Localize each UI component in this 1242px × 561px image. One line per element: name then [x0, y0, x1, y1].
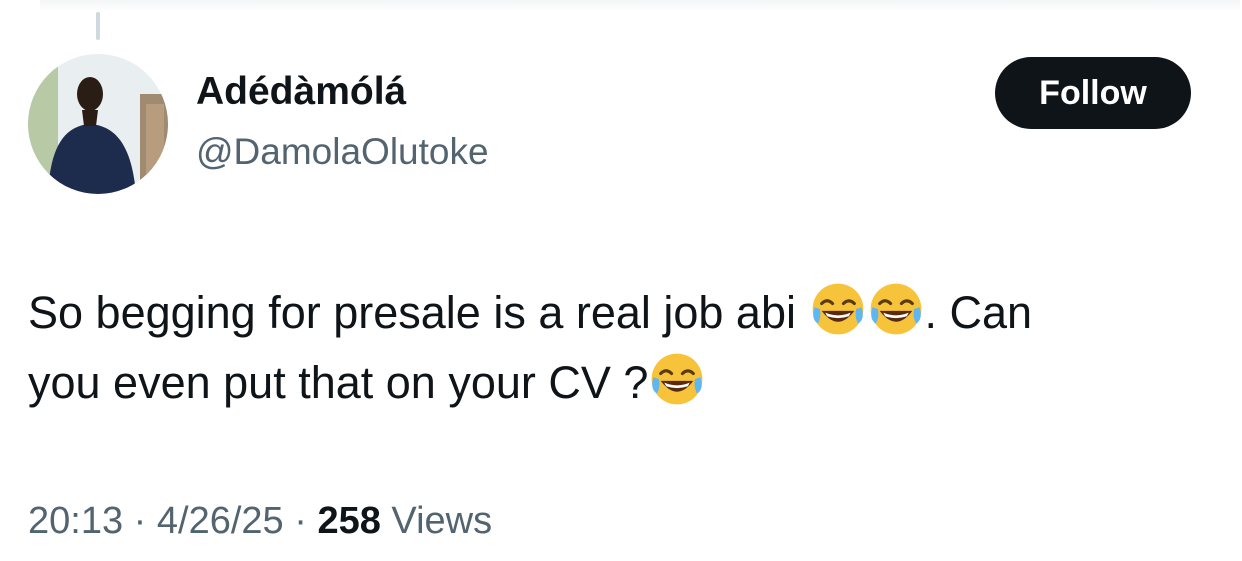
face-with-tears-of-joy-icon — [870, 283, 921, 335]
face-with-tears-of-joy-icon — [652, 353, 703, 405]
avatar[interactable] — [28, 54, 168, 194]
tweet-text-segment: you even put that on your CV ? — [28, 357, 649, 408]
tweet-text-segment: So begging for presale is a real job abi — [28, 287, 809, 338]
views-label[interactable]: Views — [391, 500, 492, 542]
author-display-name[interactable]: Adédàmólá — [196, 68, 406, 116]
meta-separator: · — [133, 500, 147, 542]
author-handle[interactable]: @DamolaOlutoke — [196, 128, 489, 176]
tweet-text-line-1: So begging for presale is a real job abi… — [28, 278, 1228, 348]
views-count[interactable]: 258 — [317, 500, 380, 542]
face-with-tears-of-joy-icon — [812, 283, 863, 335]
tweet-text: So begging for presale is a real job abi… — [28, 278, 1228, 418]
tweet-card: Adédàmólá @DamolaOlutoke Follow So beggi… — [0, 0, 1242, 561]
tweet-date[interactable]: 4/26/25 — [157, 500, 284, 542]
tweet-meta: 20:13 · 4/26/25 · 258 Views — [28, 495, 492, 547]
thread-connector-line — [96, 12, 100, 40]
previous-tweet-edge — [40, 0, 1240, 12]
meta-separator: · — [294, 500, 307, 542]
tweet-time[interactable]: 20:13 — [28, 500, 123, 542]
follow-button[interactable]: Follow — [995, 57, 1191, 129]
profile-photo-icon — [28, 54, 168, 194]
tweet-text-segment: . Can — [924, 287, 1033, 338]
tweet-text-line-2: you even put that on your CV ? — [28, 348, 1228, 418]
